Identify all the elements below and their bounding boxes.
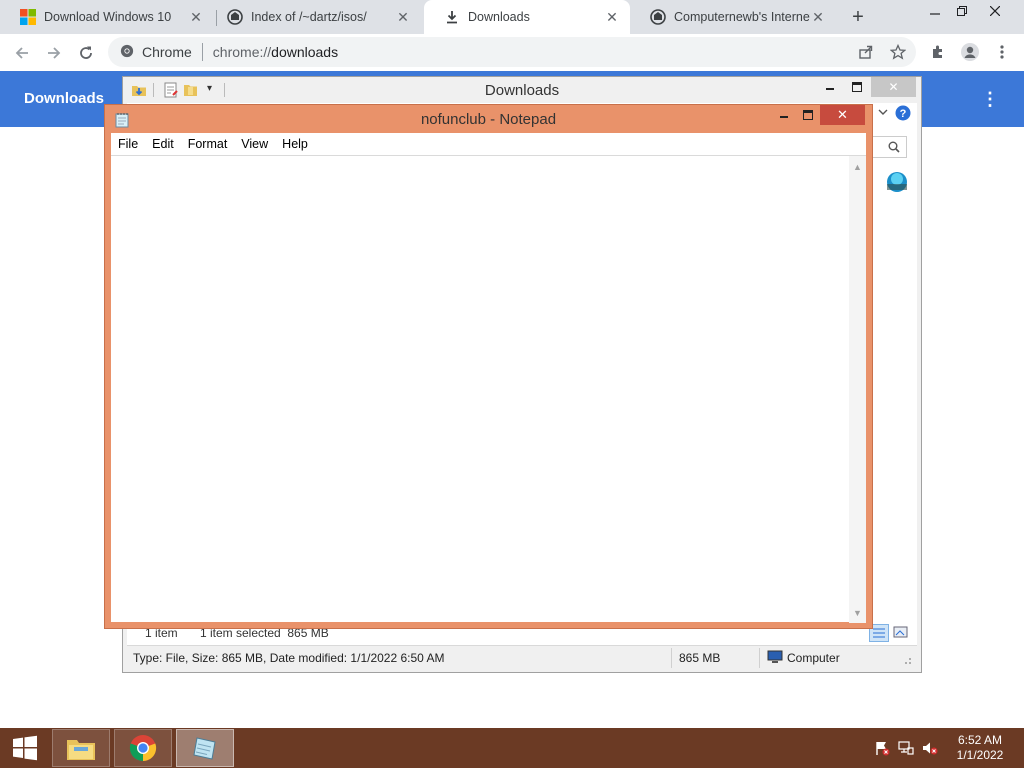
clock-time: 6:52 AM xyxy=(957,733,1003,747)
help-icon[interactable]: ? xyxy=(895,105,911,121)
address-bar[interactable]: Chrome chrome:// downloads xyxy=(108,37,916,67)
computer-icon xyxy=(767,649,783,668)
taskbar-file-explorer[interactable] xyxy=(52,729,110,767)
windows-logo-icon xyxy=(20,9,36,25)
close-icon[interactable]: ✕ xyxy=(871,77,916,97)
minimize-icon[interactable] xyxy=(920,0,950,22)
scroll-down-icon[interactable]: ▼ xyxy=(849,604,866,621)
browser-menu-icon[interactable] xyxy=(990,40,1014,64)
tab-index-of-isos[interactable]: Index of /~dartz/isos/ ✕ xyxy=(207,0,421,34)
window-title: nofunclub - Notepad xyxy=(420,111,557,128)
back-button[interactable] xyxy=(8,39,36,67)
minimize-icon[interactable] xyxy=(771,105,797,125)
bookmark-star-icon[interactable] xyxy=(886,40,910,64)
maximize-icon[interactable] xyxy=(795,105,821,125)
page-title: Downloads xyxy=(24,90,105,107)
large-icons-view-icon[interactable] xyxy=(893,625,909,639)
origin-chip: Chrome xyxy=(142,44,192,60)
clock-date: 1/1/2022 xyxy=(956,748,1004,762)
location-text: Computer xyxy=(787,651,840,665)
chrome-icon xyxy=(129,735,157,762)
menu-edit[interactable]: Edit xyxy=(145,137,181,151)
tab-title: Download Windows 10 xyxy=(44,10,172,24)
setup-app-icon xyxy=(887,172,907,192)
download-icon xyxy=(444,9,460,25)
windows-start-icon xyxy=(13,735,37,761)
chrome-logo-icon xyxy=(120,44,134,61)
file-explorer-icon xyxy=(67,740,95,760)
menu-format[interactable]: Format xyxy=(181,137,235,151)
window-title: Downloads xyxy=(484,82,560,99)
tab-title: Computernewb's Internet M xyxy=(674,10,810,24)
file-details-text: Type: File, Size: 865 MB, Date modified:… xyxy=(133,651,445,665)
forward-button[interactable] xyxy=(40,39,68,67)
new-tab-button[interactable]: + xyxy=(846,5,870,29)
restore-icon[interactable] xyxy=(947,0,977,22)
tab-computernewb[interactable]: Computernewb's Internet M ✕ xyxy=(630,0,836,34)
explorer-details-bar: Type: File, Size: 865 MB, Date modified:… xyxy=(127,645,917,671)
scroll-up-icon[interactable]: ▲ xyxy=(849,158,866,175)
more-actions-icon[interactable]: ⋮ xyxy=(980,88,1000,110)
svg-text:?: ? xyxy=(900,108,907,120)
system-clock[interactable]: 6:52 AM 1/1/2022 xyxy=(950,733,1010,763)
status-divider xyxy=(671,648,672,668)
menu-help[interactable]: Help xyxy=(275,137,315,151)
taskbar: 6:52 AM 1/1/2022 xyxy=(0,728,1024,768)
minimize-icon[interactable] xyxy=(817,77,843,97)
notepad-icon xyxy=(193,737,216,760)
menu-view[interactable]: View xyxy=(234,137,275,151)
url-host: downloads xyxy=(271,44,339,60)
tab-close-icon[interactable]: ✕ xyxy=(395,9,411,25)
close-icon[interactable] xyxy=(980,0,1010,22)
vertical-scrollbar[interactable]: ▲ ▼ xyxy=(849,156,866,623)
tab-title: Downloads xyxy=(468,10,530,24)
ribbon-expand-icon[interactable] xyxy=(878,107,888,117)
menu-file[interactable]: File xyxy=(111,137,145,151)
tab-close-icon[interactable]: ✕ xyxy=(810,9,826,25)
resize-grip-icon[interactable] xyxy=(902,654,912,668)
reload-icon xyxy=(80,46,92,59)
network-icon[interactable] xyxy=(898,740,914,756)
notepad-titlebar[interactable]: nofunclub - Notepad ✕ xyxy=(105,105,872,133)
action-center-flag-icon[interactable] xyxy=(874,740,890,756)
share-icon[interactable] xyxy=(854,40,878,64)
maximize-icon[interactable] xyxy=(844,77,870,97)
search-icon xyxy=(888,141,900,153)
explorer-titlebar: ▾ Downloads ✕ xyxy=(123,77,921,103)
volume-muted-icon[interactable] xyxy=(922,740,938,756)
omnibox-divider xyxy=(201,43,203,61)
extensions-icon[interactable] xyxy=(926,40,950,64)
back-arrow-icon xyxy=(15,47,28,59)
notepad-window: nofunclub - Notepad ✕ File Edit Format V… xyxy=(104,104,873,629)
forward-arrow-icon xyxy=(48,47,61,59)
tab-download-windows-10[interactable]: Download Windows 10 ✕ xyxy=(0,0,214,34)
profile-avatar-icon[interactable] xyxy=(958,40,982,64)
browser-toolbar: Chrome chrome:// downloads xyxy=(0,34,1024,71)
tab-downloads[interactable]: Downloads ✕ xyxy=(424,0,630,34)
tab-close-icon[interactable]: ✕ xyxy=(188,9,204,25)
text-editor-area[interactable]: ▲ ▼ xyxy=(111,155,866,623)
reload-button[interactable] xyxy=(72,39,100,67)
close-icon[interactable]: ✕ xyxy=(820,105,865,125)
start-button[interactable] xyxy=(0,728,50,768)
notepad-menubar: File Edit Format View Help xyxy=(111,133,866,155)
tab-close-icon[interactable]: ✕ xyxy=(604,9,620,25)
url-scheme: chrome:// xyxy=(212,44,272,60)
site-favicon-icon xyxy=(227,9,243,25)
tab-strip: Download Windows 10 ✕ Index of /~dartz/i… xyxy=(0,0,1024,34)
tab-title: Index of /~dartz/isos/ xyxy=(251,10,367,24)
file-size-text: 865 MB xyxy=(679,651,721,665)
site-favicon-icon xyxy=(650,9,666,25)
status-divider xyxy=(759,648,760,668)
taskbar-google-chrome[interactable] xyxy=(114,729,172,767)
taskbar-notepad[interactable] xyxy=(176,729,234,767)
